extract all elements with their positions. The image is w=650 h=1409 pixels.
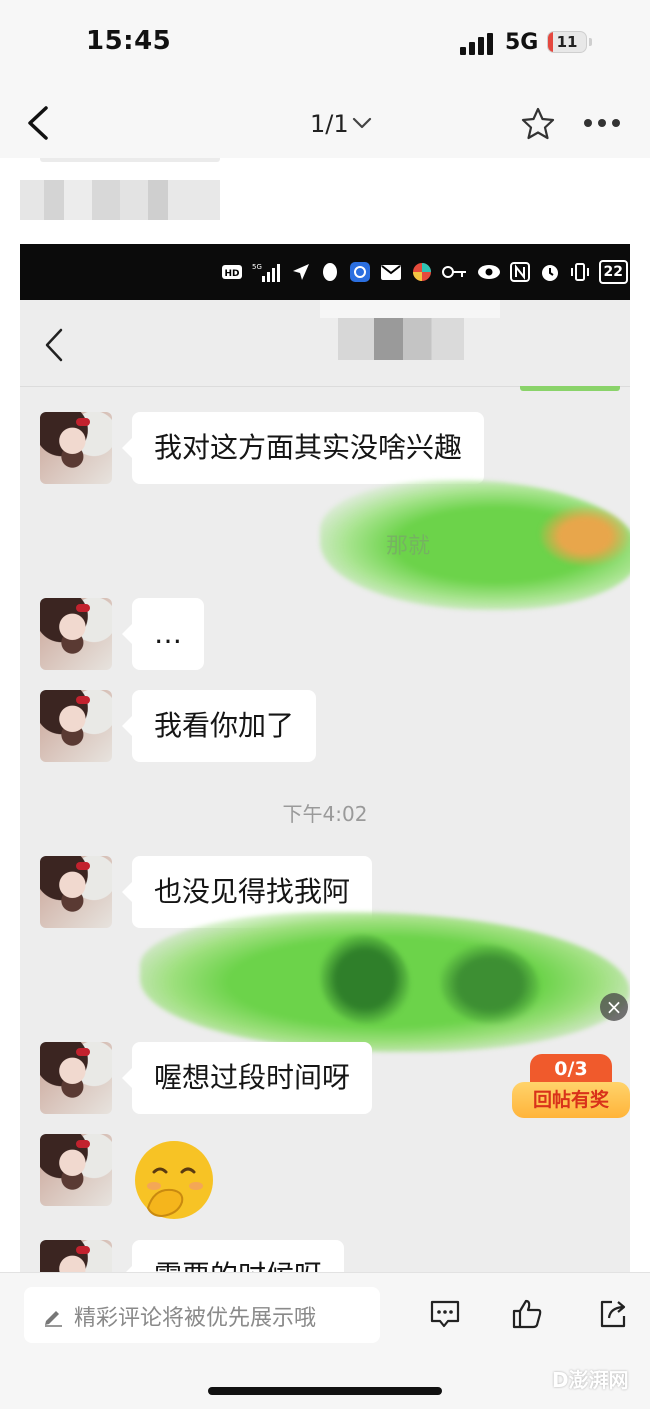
battery-tip xyxy=(589,38,592,46)
star-icon[interactable] xyxy=(520,106,556,142)
message-bubble: 我对这方面其实没啥兴趣 xyxy=(121,412,485,484)
svg-text:5G: 5G xyxy=(252,263,262,271)
nfc-icon xyxy=(509,262,530,282)
chevron-down-icon[interactable] xyxy=(352,116,372,130)
chat-timestamp: 下午4:02 xyxy=(282,802,368,826)
signal-icon xyxy=(460,33,493,55)
comment-input[interactable]: 精彩评论将被优先展示哦 xyxy=(24,1287,380,1343)
avatar xyxy=(40,1240,112,1272)
message-bubble: 喔想过段时间呀 xyxy=(121,1042,373,1114)
blurred-contact-name xyxy=(320,300,500,360)
color-app-icon xyxy=(412,263,431,281)
message-bubble: 我看你加了 xyxy=(121,690,317,762)
alarm-icon xyxy=(541,265,558,281)
watermark: D澎湃网 xyxy=(552,1368,629,1392)
like-icon[interactable] xyxy=(510,1297,544,1331)
chat-header xyxy=(20,300,630,387)
message-bubble: 需要的时候呀 xyxy=(121,1240,345,1272)
qq-icon xyxy=(322,263,337,281)
hd-icon: HD xyxy=(221,265,242,279)
smirk-emoji-icon xyxy=(135,1141,213,1219)
phone-battery: 22 xyxy=(598,260,628,284)
eye-icon xyxy=(477,265,500,279)
phone-signal-icon: 5G xyxy=(252,263,280,282)
avatar xyxy=(40,690,112,762)
status-bar: 15:45 5G 11 xyxy=(0,0,650,88)
battery-level: 11 xyxy=(556,33,578,51)
avatar xyxy=(40,1134,112,1206)
blurred-author xyxy=(20,180,220,220)
comment-placeholder: 精彩评论将被优先展示哦 xyxy=(74,1306,317,1331)
scribbled-text: 那就 xyxy=(386,534,431,559)
network-type: 5G xyxy=(505,30,539,55)
mail-icon xyxy=(380,265,401,280)
page-indicator[interactable]: 1/1 xyxy=(310,110,349,138)
more-icon[interactable] xyxy=(583,118,621,128)
status-time: 15:45 xyxy=(86,26,172,56)
reward-count: 0/3 xyxy=(530,1054,612,1084)
reward-badge[interactable]: 0/3 回帖有奖 xyxy=(512,1054,630,1118)
avatar xyxy=(40,1042,112,1114)
own-bubble-edge xyxy=(520,386,620,391)
svg-text:HD: HD xyxy=(224,269,239,279)
app-icon xyxy=(349,262,370,282)
comment-icon[interactable] xyxy=(428,1297,462,1331)
avatar xyxy=(40,412,112,484)
phone-status-bar: HD 5G 22 xyxy=(20,244,630,300)
chat-back-icon xyxy=(45,328,63,362)
close-icon[interactable]: × xyxy=(600,993,628,1021)
vibrate-icon xyxy=(570,263,589,281)
share-icon[interactable] xyxy=(596,1297,630,1331)
nav-bar: 1/1 xyxy=(0,88,650,158)
avatar xyxy=(40,856,112,928)
reward-label: 回帖有奖 xyxy=(512,1082,630,1118)
redaction-scribble xyxy=(540,506,630,566)
message-bubble: … xyxy=(122,598,204,670)
battery-icon: 11 xyxy=(547,31,587,53)
pencil-icon xyxy=(45,1311,62,1327)
avatar xyxy=(40,598,112,670)
location-icon xyxy=(292,264,309,280)
home-indicator[interactable] xyxy=(208,1387,442,1395)
key-icon xyxy=(441,266,466,278)
cut-off-text xyxy=(40,158,220,162)
back-icon[interactable] xyxy=(22,104,54,142)
